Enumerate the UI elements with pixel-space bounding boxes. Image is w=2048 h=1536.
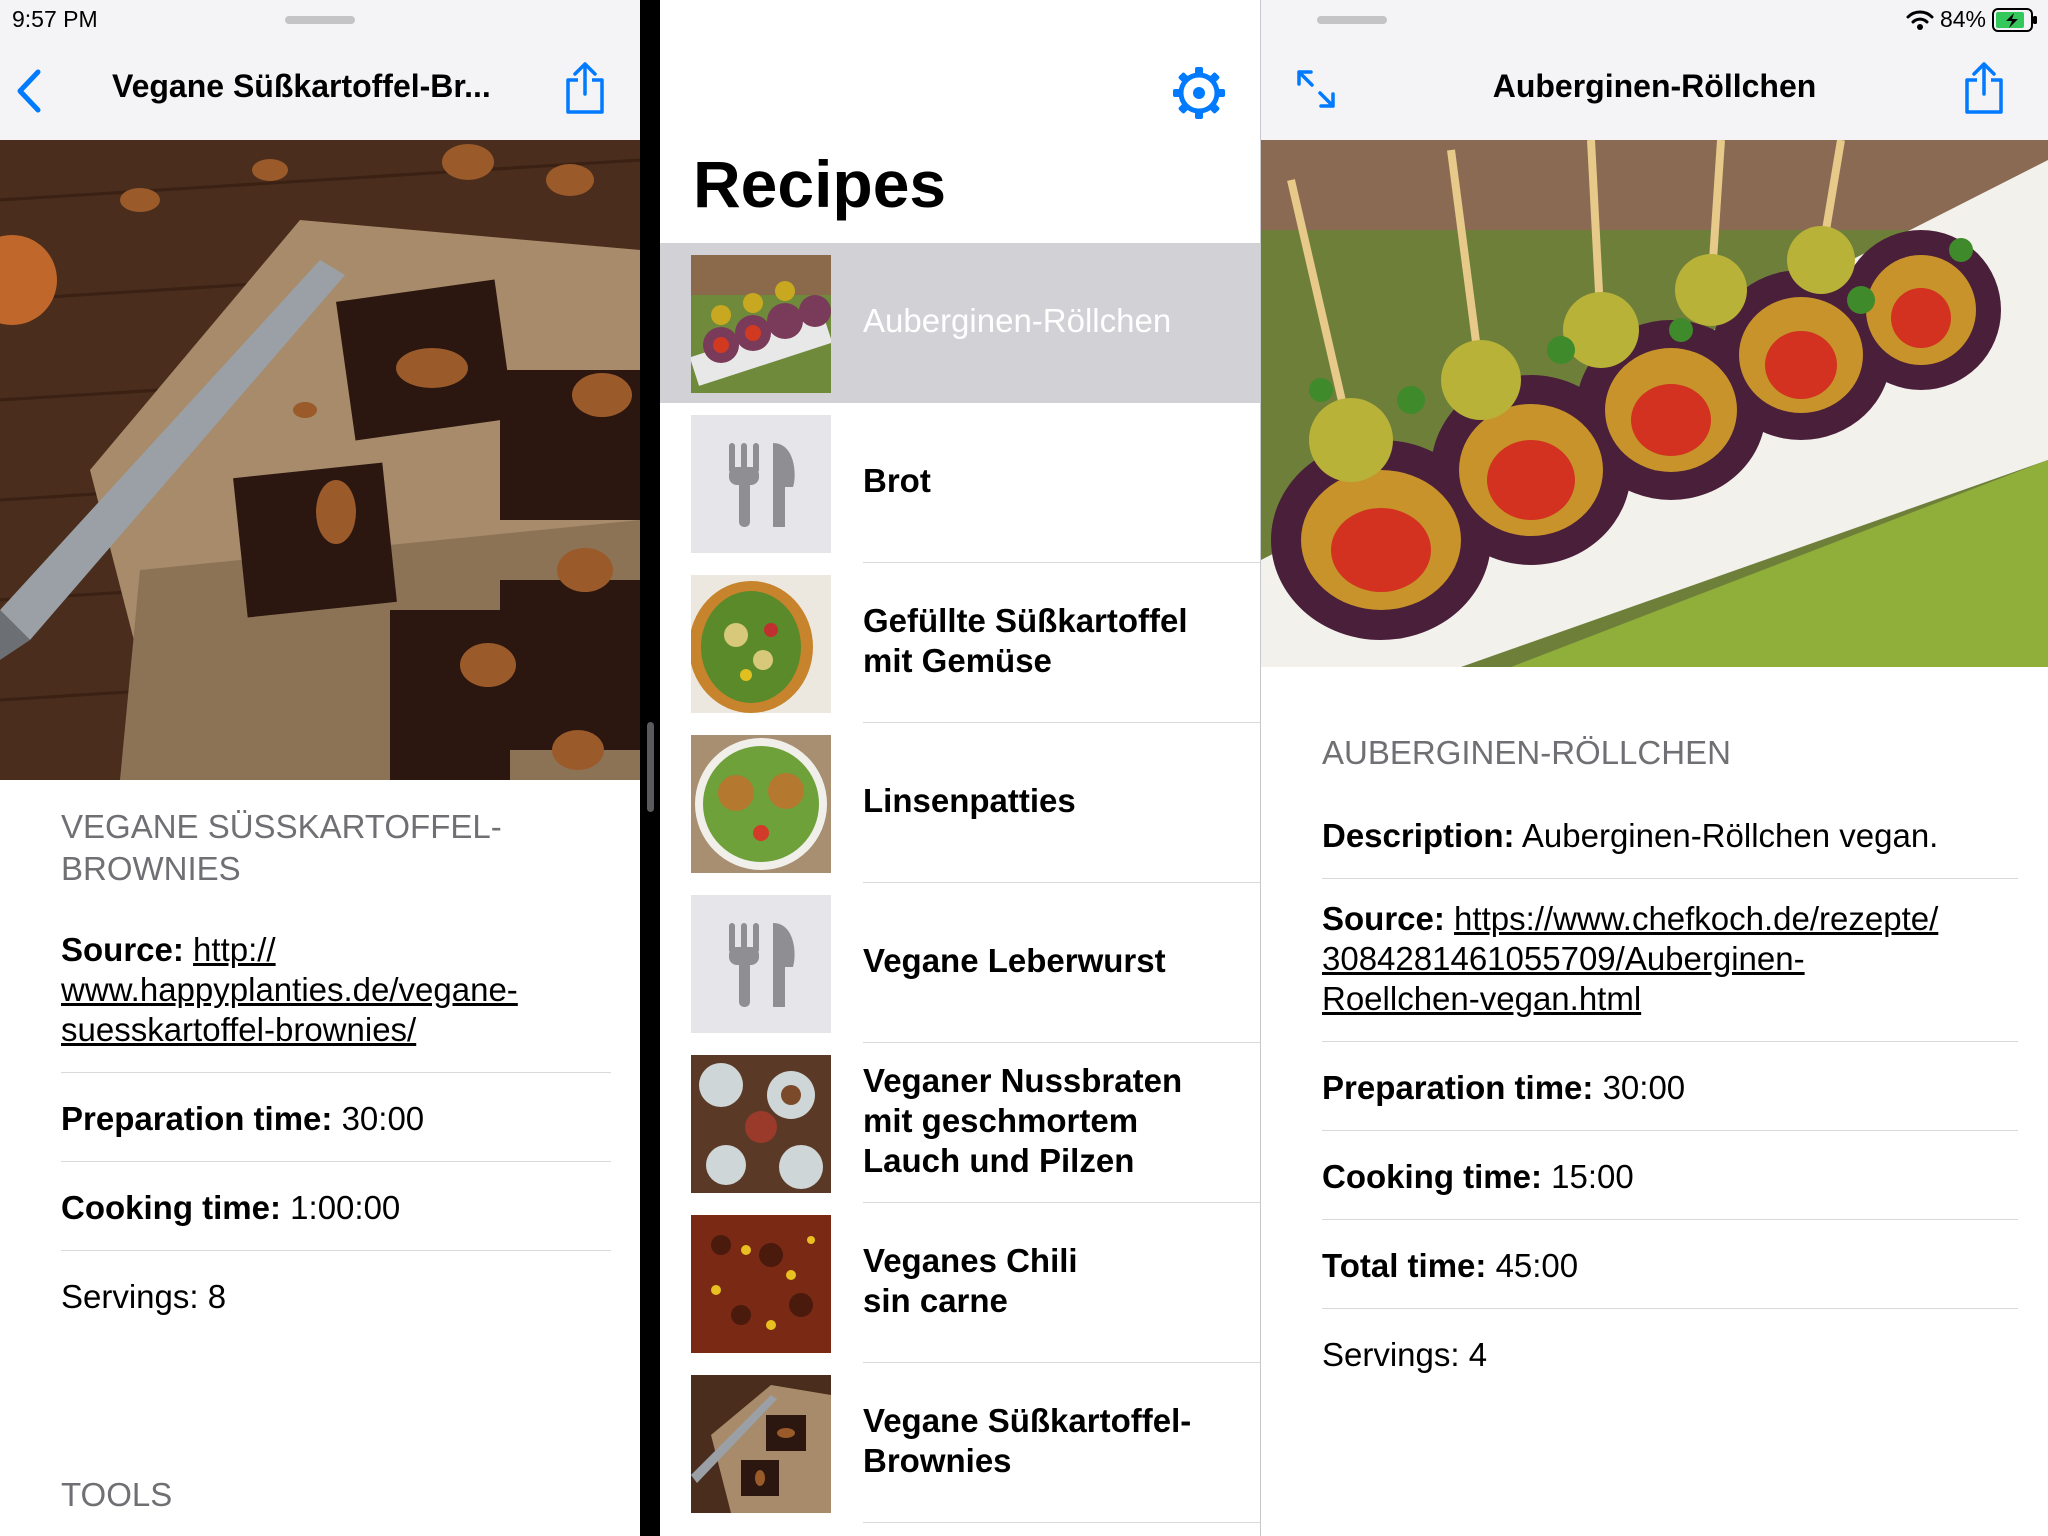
left-detail-pane: 9:57 PM Vegane Süßkartoffel-Br... VEGANE… xyxy=(0,0,640,1536)
list-item-label: Vegane Leberwurst xyxy=(863,942,1166,979)
thumb-eggplant-rolls xyxy=(691,255,831,393)
brownies-hero-image xyxy=(0,140,640,780)
multitasking-grabber[interactable] xyxy=(1317,16,1387,24)
multitasking-grabber[interactable] xyxy=(285,16,355,24)
total-time-row: Total time: 45:00 xyxy=(1322,1220,2018,1309)
list-item-label: Brot xyxy=(863,462,931,499)
battery-icon xyxy=(1992,7,2037,32)
right-servings-value: 4 xyxy=(1468,1336,1488,1373)
right-cook-row: Cooking time: 15:00 xyxy=(1322,1131,2018,1220)
thumb-brownies xyxy=(691,1375,831,1513)
wifi-icon xyxy=(1906,10,1934,30)
list-item-label: Gefüllte Süßkartoffel mit Gemüse xyxy=(863,602,1188,679)
left-source-row: Source: http:// www.happyplanties.de/veg… xyxy=(61,930,611,1073)
right-recipe-section-title: AUBERGINEN-RÖLLCHEN xyxy=(1322,734,1731,771)
right-detail-pane: 84% Auberginen-Röllchen AUBERGINEN-RÖLLC… xyxy=(1261,0,2048,1536)
thumb-nut-roast xyxy=(691,1055,831,1193)
share-icon xyxy=(1965,62,2003,114)
list-item[interactable]: Brot xyxy=(660,403,1260,563)
right-navigation-bar: 84% Auberginen-Röllchen xyxy=(1261,0,2048,141)
thumb-lentil-patties xyxy=(691,735,831,873)
left-recipe-details: VEGANE SÜSSKARTOFFEL- BROWNIES Source: h… xyxy=(61,806,611,1513)
status-indicators: 84% xyxy=(1906,6,2038,33)
right-nav-title: Auberginen-Röllchen xyxy=(1492,68,1817,104)
right-cook-value: 15:00 xyxy=(1551,1158,1634,1195)
left-cook-row: Cooking time: 1:00:00 xyxy=(61,1162,611,1251)
left-cook-value: 1:00:00 xyxy=(290,1189,401,1226)
right-prep-value: 30:00 xyxy=(1602,1069,1686,1106)
list-item[interactable]: Auberginen-Röllchen xyxy=(660,243,1260,403)
right-servings-row: Servings: 4 xyxy=(1322,1309,2018,1397)
right-recipe-details: AUBERGINEN-RÖLLCHEN Description: Aubergi… xyxy=(1322,732,2018,1397)
left-nav-title: Vegane Süßkartoffel-Br... xyxy=(112,68,491,104)
left-recipe-section-title: VEGANE SÜSSKARTOFFEL- BROWNIES xyxy=(61,808,502,887)
recipe-list-pane: Recipes Auberginen-Röllchen Brot Gefüllt… xyxy=(660,0,1260,1536)
left-prep-value: 30:00 xyxy=(341,1100,425,1137)
description-row: Description: Auberginen-Röllchen vegan. xyxy=(1322,816,2018,879)
left-cook-label: Cooking time: xyxy=(61,1189,281,1226)
right-source-row: Source: https://www.chefkoch.de/rezepte/… xyxy=(1322,879,2018,1042)
split-view-divider-handle[interactable] xyxy=(647,722,654,812)
description-value: Auberginen-Röllchen vegan. xyxy=(1521,817,1939,854)
right-cook-label: Cooking time: xyxy=(1322,1158,1542,1195)
settings-button[interactable] xyxy=(1172,66,1226,125)
description-label: Description: xyxy=(1322,817,1515,854)
battery-percentage: 84% xyxy=(1939,6,1986,32)
thumb-stuffed-sweet-potato xyxy=(691,575,831,713)
list-item[interactable]: Veganer Nussbraten mit geschmortem Lauch… xyxy=(660,1043,1260,1203)
right-share-button[interactable] xyxy=(1961,60,2007,121)
left-navigation-bar: 9:57 PM Vegane Süßkartoffel-Br... xyxy=(0,0,640,141)
eggplant-rolls-hero-image xyxy=(1261,140,2048,667)
left-prep-row: Preparation time: 30:00 xyxy=(61,1073,611,1162)
right-prep-label: Preparation time: xyxy=(1322,1069,1594,1106)
tools-section-title: TOOLS xyxy=(61,1476,173,1513)
left-share-button[interactable] xyxy=(562,60,608,121)
share-icon xyxy=(566,62,604,114)
left-servings-label: Servings: xyxy=(61,1278,199,1315)
right-source-label: Source: xyxy=(1322,900,1445,937)
list-item-label: Vegane Süßkartoffel- Brownies xyxy=(863,1402,1192,1479)
back-button[interactable] xyxy=(14,68,44,119)
gear-icon xyxy=(1173,67,1225,119)
list-item[interactable]: Gefüllte Süßkartoffel mit Gemüse xyxy=(660,563,1260,723)
thumb-placeholder xyxy=(691,415,831,553)
right-prep-row: Preparation time: 30:00 xyxy=(1322,1042,2018,1131)
list-item[interactable]: Vegane Leberwurst xyxy=(660,883,1260,1043)
list-item-label: Linsenpatties xyxy=(863,782,1076,819)
left-servings-row: Servings: 8 xyxy=(61,1251,611,1339)
thumb-placeholder xyxy=(691,895,831,1033)
list-item-label: Veganer Nussbraten mit geschmortem Lauch… xyxy=(863,1062,1183,1179)
left-servings-value: 8 xyxy=(207,1278,227,1315)
status-time: 9:57 PM xyxy=(12,6,98,32)
fork-knife-icon xyxy=(691,415,831,553)
list-item[interactable]: Veganes Chili sin carne xyxy=(660,1203,1260,1363)
list-item[interactable]: Linsenpatties xyxy=(660,723,1260,883)
list-item[interactable]: Vegane Süßkartoffel- Brownies xyxy=(660,1363,1260,1523)
left-prep-label: Preparation time: xyxy=(61,1100,333,1137)
row-separator xyxy=(863,1522,1260,1523)
list-item-label: Auberginen-Röllchen xyxy=(863,302,1172,339)
thumb-chili xyxy=(691,1215,831,1353)
left-source-label: Source: xyxy=(61,931,184,968)
total-time-label: Total time: xyxy=(1322,1247,1487,1284)
fork-knife-icon xyxy=(691,895,831,1033)
list-item-label: Veganes Chili sin carne xyxy=(863,1242,1078,1319)
recipes-large-title: Recipes xyxy=(693,147,947,221)
right-servings-label: Servings: xyxy=(1322,1336,1460,1373)
total-time-value: 45:00 xyxy=(1495,1247,1579,1284)
chevron-left-icon xyxy=(17,69,41,113)
